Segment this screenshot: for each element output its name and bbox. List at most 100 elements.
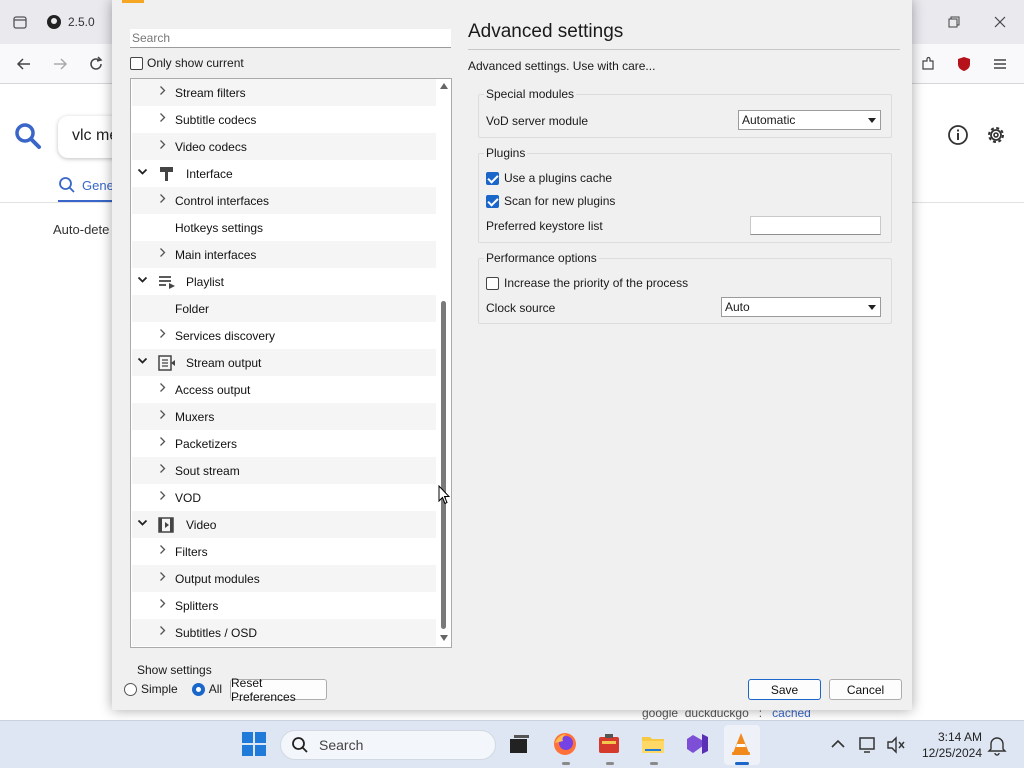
volume-muted-icon[interactable] — [884, 733, 912, 761]
tree-item-packetizers[interactable]: Packetizers — [132, 430, 436, 457]
forward-arrow-icon[interactable] — [46, 50, 74, 78]
chevron-down-icon[interactable] — [136, 517, 148, 531]
search-icon[interactable] — [14, 122, 42, 153]
chevron-right-icon[interactable] — [156, 247, 168, 261]
scroll-up-arrow-icon[interactable] — [440, 83, 448, 89]
taskbar-search-box[interactable]: Search — [280, 730, 496, 760]
tree-item-playlist[interactable]: Playlist — [132, 268, 436, 295]
tree-item-vod[interactable]: VOD — [132, 484, 436, 511]
tree-item-services-discovery[interactable]: Services discovery — [132, 322, 436, 349]
tree-item-label: Video codecs — [175, 140, 247, 154]
file-explorer-icon[interactable] — [640, 731, 668, 765]
toolbox-app-icon[interactable] — [596, 731, 624, 765]
tree-item-output-modules[interactable]: Output modules — [132, 565, 436, 592]
chevron-down-icon[interactable] — [136, 274, 148, 288]
tree-item-interface[interactable]: Interface — [132, 160, 436, 187]
chevron-right-icon[interactable] — [156, 193, 168, 207]
preferences-tree[interactable]: Stream filters Subtitle codecs Video codec… — [130, 78, 452, 648]
visual-studio-icon[interactable] — [684, 731, 712, 759]
use-plugins-cache-checkbox[interactable]: Use a plugins cache — [486, 171, 612, 185]
only-show-current-checkbox[interactable]: Only show current — [130, 56, 244, 70]
chevron-right-icon[interactable] — [156, 490, 168, 504]
panel-description: Advanced settings. Use with care... — [468, 59, 656, 73]
notification-bell-icon[interactable] — [985, 733, 1013, 761]
tree-item-label: Services discovery — [175, 329, 276, 343]
tree-item-subtitles-osd[interactable]: Subtitles / OSD — [132, 619, 436, 646]
chevron-down-icon[interactable] — [136, 355, 148, 369]
system-clock[interactable]: 3:14 AM 12/25/2024 — [912, 729, 982, 761]
tree-item-access-output[interactable]: Access output — [132, 376, 436, 403]
windows-start-icon[interactable] — [241, 731, 269, 759]
chevron-down-icon[interactable] — [136, 166, 148, 180]
chevron-right-icon[interactable] — [156, 436, 168, 450]
performance-title: Performance options — [484, 251, 599, 265]
clock-source-select[interactable]: Auto — [721, 297, 881, 317]
scan-new-plugins-checkbox[interactable]: Scan for new plugins — [486, 194, 615, 208]
chevron-up-icon[interactable] — [826, 733, 854, 761]
tree-item-label: Stream filters — [175, 86, 246, 100]
browser-tab-github[interactable]: 2.5.0 — [46, 6, 116, 38]
chevron-right-icon[interactable] — [156, 625, 168, 639]
tree-item-control-interfaces[interactable]: Control interfaces — [132, 187, 436, 214]
panel-title: Advanced settings — [468, 21, 624, 42]
search-input[interactable] — [130, 29, 451, 48]
chevron-right-icon[interactable] — [156, 112, 168, 126]
chevron-right-icon[interactable] — [156, 544, 168, 558]
close-window-icon[interactable] — [986, 8, 1014, 36]
radio-all[interactable] — [191, 682, 205, 696]
firefox-icon[interactable] — [552, 731, 580, 765]
scroll-thumb[interactable] — [441, 301, 446, 629]
tree-item-label: Playlist — [186, 275, 225, 289]
chevron-right-icon[interactable] — [156, 571, 168, 585]
save-button[interactable]: Save — [748, 679, 821, 700]
tree-scrollbar[interactable] — [437, 79, 451, 647]
chevron-right-icon[interactable] — [156, 598, 168, 612]
tree-item-stream-filters[interactable]: Stream filters — [132, 79, 436, 106]
chevron-right-icon[interactable] — [156, 85, 168, 99]
tree-item-sout-stream[interactable]: Sout stream — [132, 457, 436, 484]
tree-item-folder[interactable]: Folder — [132, 295, 436, 322]
vlc-icon[interactable] — [728, 731, 756, 765]
checkbox-checked-icon[interactable] — [486, 194, 499, 208]
network-icon[interactable] — [856, 733, 884, 761]
back-arrow-icon[interactable] — [10, 50, 38, 78]
task-view-icon[interactable] — [506, 731, 534, 759]
tree-item-stream-output[interactable]: Stream output — [132, 349, 436, 376]
interface-icon — [158, 165, 176, 183]
radio-simple[interactable] — [124, 682, 137, 696]
increase-priority-label: Increase the priority of the process — [504, 276, 689, 290]
chevron-right-icon[interactable] — [156, 328, 168, 342]
info-icon[interactable] — [946, 123, 970, 150]
increase-priority-checkbox[interactable]: Increase the priority of the process — [486, 276, 688, 290]
reload-icon[interactable] — [82, 50, 110, 78]
tab-general[interactable]: Gene — [58, 176, 114, 194]
chevron-right-icon[interactable] — [156, 382, 168, 396]
tab-overview-icon[interactable] — [6, 8, 34, 36]
restore-window-icon[interactable] — [940, 8, 968, 36]
tree-item-label: Access output — [175, 383, 251, 397]
ublock-origin-icon[interactable] — [950, 50, 978, 78]
tree-item-subtitle-codecs[interactable]: Subtitle codecs — [132, 106, 436, 133]
tree-item-hotkeys-settings[interactable]: Hotkeys settings — [132, 214, 436, 241]
gear-icon[interactable] — [984, 123, 1008, 150]
chevron-right-icon[interactable] — [156, 409, 168, 423]
vod-server-select[interactable]: Automatic — [738, 110, 881, 130]
checkbox-box[interactable] — [130, 56, 143, 70]
tree-item-label: Filters — [175, 545, 208, 559]
checkbox-box[interactable] — [486, 276, 499, 290]
tree-item-muxers[interactable]: Muxers — [132, 403, 436, 430]
reset-preferences-button[interactable]: Reset Preferences — [230, 676, 327, 704]
tree-item-filters[interactable]: Filters — [132, 538, 436, 565]
keystore-input[interactable] — [750, 216, 881, 235]
checkbox-checked-icon[interactable] — [486, 171, 499, 185]
tree-item-main-interfaces[interactable]: Main interfaces — [132, 241, 436, 268]
cancel-button[interactable]: Cancel — [829, 679, 902, 700]
scroll-down-arrow-icon[interactable] — [440, 635, 448, 641]
chevron-right-icon[interactable] — [156, 139, 168, 153]
chevron-right-icon[interactable] — [156, 463, 168, 477]
tree-item-splitters[interactable]: Splitters — [132, 592, 436, 619]
menu-icon[interactable] — [986, 50, 1014, 78]
tree-item-video[interactable]: Video — [132, 511, 436, 538]
extensions-icon[interactable] — [914, 50, 942, 78]
tree-item-video-codecs[interactable]: Video codecs — [132, 133, 436, 160]
